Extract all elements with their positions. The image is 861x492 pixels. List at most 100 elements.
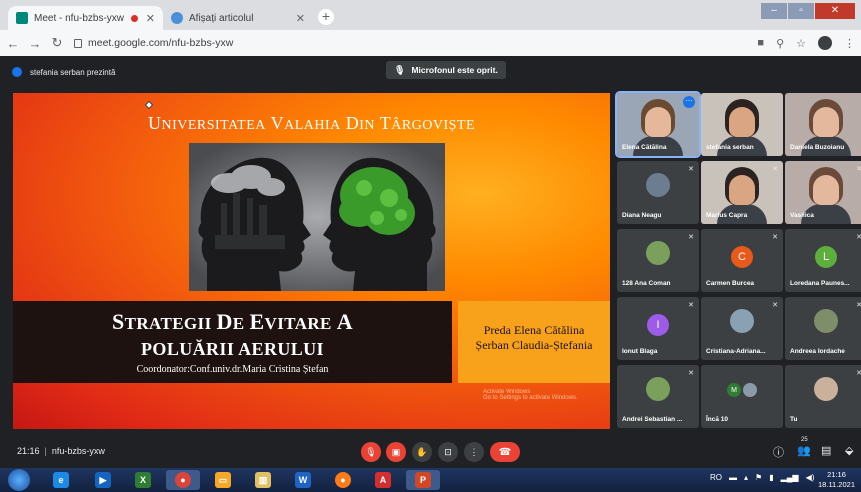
taskbar-word[interactable]: W (286, 470, 320, 490)
back-icon[interactable]: ← (4, 36, 22, 51)
address-bar: ← → ↻ meet.google.com/nfu-bzbs-yxw ■ ⚲ ☆… (0, 30, 861, 56)
activities-icon[interactable]: ⬙ (845, 444, 853, 457)
url-text: meet.google.com/nfu-bzbs-yxw (88, 37, 234, 49)
present-button[interactable]: ⊡ (438, 442, 458, 462)
meet-favicon-icon (16, 12, 28, 24)
reload-icon[interactable]: ↻ (48, 35, 66, 51)
participant-tile[interactable]: C ✕ Carmen Burcea (701, 229, 783, 292)
meeting-info: 21:16 | nfu-bzbs-yxw (17, 446, 105, 456)
zoom-icon[interactable]: ⚲ (776, 37, 784, 50)
mic-muted-icon: ✕ (856, 370, 861, 377)
speaking-indicator-icon[interactable]: ⋯ (683, 96, 695, 108)
participant-avatar (814, 376, 838, 401)
bookmark-star-icon[interactable]: ☆ (796, 37, 806, 50)
heads-pollution-image (189, 143, 445, 291)
taskbar-chrome[interactable]: ● (166, 470, 200, 490)
participant-name: stefania serban (706, 144, 754, 151)
camera-toggle-button[interactable]: ▣ (386, 442, 406, 462)
participant-name: Încă 10 (706, 416, 729, 423)
keyboard-icon[interactable]: ▬ (729, 473, 737, 482)
info-icon[interactable]: ⓘ (773, 444, 784, 460)
browser-tab-bar: Meet - nfu-bzbs-yxw ✕ Afișați articolul … (0, 0, 861, 30)
mic-muted-icon: ✕ (688, 370, 694, 377)
maximize-icon[interactable]: ▫ (788, 3, 814, 19)
participant-tile[interactable]: ✕ 128 Ana Coman (617, 229, 699, 292)
start-button[interactable] (8, 469, 30, 491)
participant-letter-avatar: L (815, 245, 837, 268)
internet-explorer-icon: e (53, 472, 69, 488)
taskbar-media-player[interactable]: ▶ (86, 470, 120, 490)
participant-tile[interactable]: ✕ Tu (785, 365, 861, 428)
participant-avatar (743, 383, 757, 398)
folder-icon: ▭ (215, 472, 231, 488)
close-tab-icon[interactable]: ✕ (146, 12, 155, 25)
taskbar-ie[interactable]: e (44, 470, 78, 490)
participant-face (729, 175, 755, 205)
participant-tile[interactable]: M Încă 10 (701, 365, 783, 428)
network-icon[interactable]: ▮ (769, 473, 773, 482)
tab-title: Afișați articolul (189, 12, 254, 24)
participant-tile[interactable]: ⋯ Elena Cătălina (615, 91, 701, 158)
windows-taskbar: e ▶ X ● ▭ ▥ W ● A P RO ▬ ▴ ⚑ ▮ ▂▄▆ ◀) 21… (0, 468, 861, 492)
participant-name: Elena Cătălina (622, 144, 667, 151)
signal-icon[interactable]: ▂▄▆ (781, 473, 799, 482)
taskbar-powerpoint[interactable]: P (406, 470, 440, 490)
more-participants-avatars: M (727, 383, 757, 398)
taskbar-excel[interactable]: X (126, 470, 160, 490)
url-field[interactable]: meet.google.com/nfu-bzbs-yxw (74, 37, 233, 49)
participant-tile[interactable]: ✕ Andreea Iordache (785, 297, 861, 360)
taskbar-folder[interactable]: ▭ (206, 470, 240, 490)
taskbar-acrobat[interactable]: A (366, 470, 400, 490)
tab-title: Meet - nfu-bzbs-yxw (34, 12, 125, 24)
menu-kebab-icon[interactable]: ⋮ (844, 37, 855, 50)
flag-icon[interactable]: ⚑ (755, 473, 762, 482)
new-tab-button[interactable]: + (318, 9, 334, 25)
slide-coordinator: Coordonator:Conf.univ.dr.Maria Cristina … (136, 364, 329, 375)
participant-tile[interactable]: I ✕ Ionut Blaga (617, 297, 699, 360)
minimize-icon[interactable]: – (761, 3, 787, 19)
close-window-icon[interactable]: ✕ (815, 3, 855, 19)
participant-tile[interactable]: Daniela Buzoianu (785, 93, 861, 156)
mouse-pointer-icon (144, 100, 154, 110)
author-name: Preda Elena Cătălina (483, 323, 585, 337)
participant-tile[interactable]: ✕ Andrei Sebastian ... (617, 365, 699, 428)
mic-muted-icon: ✕ (688, 166, 694, 173)
people-icon[interactable]: 👥 (797, 444, 811, 457)
volume-icon[interactable]: ◀) (806, 473, 815, 482)
lock-icon (74, 38, 82, 48)
taskbar-explorer[interactable]: ▥ (246, 470, 280, 490)
participant-tile[interactable]: ✕ Cristiana-Adriana... (701, 297, 783, 360)
taskbar-clock[interactable]: 21:16 18.11.2021 (818, 470, 855, 490)
participant-tile[interactable]: L ✕ Loredana Paunes... (785, 229, 861, 292)
tray-arrow-icon[interactable]: ▴ (744, 473, 748, 482)
participant-tile[interactable]: ✕ Vasilica (785, 161, 861, 224)
participant-face (813, 107, 839, 137)
word-icon: W (295, 472, 311, 488)
participant-avatar (646, 376, 670, 401)
presenting-text: stefania serban prezintă (30, 67, 116, 77)
clock-date: 18.11.2021 (818, 480, 855, 489)
mic-off-icon: 🎙 (394, 64, 406, 75)
acrobat-icon: A (375, 472, 391, 488)
participant-face (645, 107, 671, 137)
forward-icon[interactable]: → (26, 36, 44, 51)
mic-off-toast: 🎙 Microfonul este oprit. (386, 61, 506, 79)
more-options-button[interactable]: ⋮ (464, 442, 484, 462)
language-indicator[interactable]: RO (710, 473, 722, 482)
raise-hand-button[interactable]: ✋ (412, 442, 432, 462)
slide-title: UNIVERSITATEA VALAHIA DIN TÂRGOVIȘTE (13, 113, 610, 134)
participant-tile[interactable]: ✕ Marius Capra (701, 161, 783, 224)
chat-icon[interactable]: ▤ (821, 444, 831, 457)
tab-meet[interactable]: Meet - nfu-bzbs-yxw ✕ (8, 6, 163, 30)
participant-tile[interactable]: ✕ Diana Neagu (617, 161, 699, 224)
profile-avatar[interactable] (818, 36, 832, 50)
close-tab-icon[interactable]: ✕ (296, 12, 305, 25)
participant-tile[interactable]: stefania serban (701, 93, 783, 156)
participant-name: Marius Capra (706, 212, 748, 219)
camera-icon[interactable]: ■ (757, 37, 764, 49)
end-call-button[interactable]: ☎ (490, 442, 520, 462)
taskbar-firefox[interactable]: ● (326, 470, 360, 490)
slide-title-line2: POLUĂRII AERULUI (141, 339, 324, 359)
mic-toggle-button[interactable]: 🎙 (361, 442, 381, 462)
tab-article[interactable]: Afișați articolul ✕ (163, 6, 313, 30)
